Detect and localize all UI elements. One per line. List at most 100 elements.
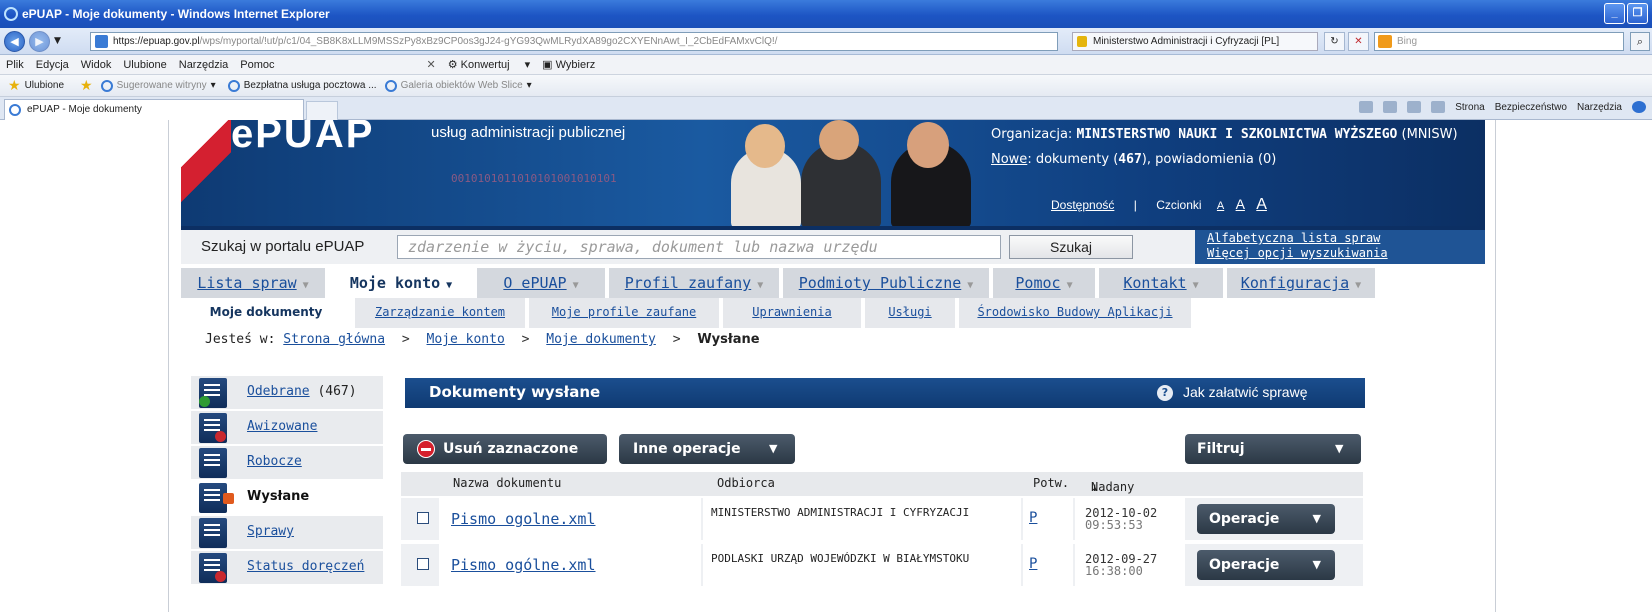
subtab-my-documents[interactable]: Moje dokumenty [181, 298, 351, 328]
feeds-icon[interactable] [1383, 101, 1398, 113]
font-large-link[interactable]: A [1256, 196, 1267, 213]
nav-tab-label: Konfiguracja [1240, 274, 1350, 292]
mail-icon[interactable] [1407, 101, 1422, 113]
url-field[interactable]: https://epuap.gov.pl/wps/myportal/!ut/p/… [90, 32, 1058, 51]
portal-search-input[interactable]: zdarzenie w życiu, sprawa, dokument lub … [397, 235, 1001, 259]
col-document-name[interactable]: Nazwa dokumentu [453, 476, 561, 490]
restore-icon[interactable]: ❐ [1627, 3, 1648, 24]
nav-tab-my-account[interactable]: Moje konto ▼ [329, 268, 473, 298]
confirmation-link[interactable]: P [1029, 556, 1037, 572]
convert-button[interactable]: ⚙ Konwertuj ▾ [448, 58, 530, 71]
organization-info: Organizacja: MINISTERSTWO NAUKI I SZKOLN… [991, 126, 1458, 168]
breadcrumb-home[interactable]: Strona główna [283, 332, 385, 347]
side-item-received[interactable]: Odebrane (467) [191, 376, 383, 410]
subtab-account-management[interactable]: Zarządzanie kontem [355, 298, 525, 328]
fav-web-slice[interactable]: Galeria obiektów Web Slice [401, 80, 523, 91]
menu-help[interactable]: Pomoc [240, 59, 274, 71]
forward-icon[interactable]: ▶ [29, 30, 50, 52]
side-item-advised[interactable]: Awizowane [191, 411, 383, 445]
row-checkbox[interactable] [417, 512, 429, 524]
dropdown-icon[interactable]: ▾ [527, 80, 532, 91]
side-item-cases[interactable]: Sprawy [191, 516, 383, 550]
new-items-link[interactable]: Nowe [991, 152, 1027, 167]
stop-icon[interactable]: ✕ [1348, 32, 1369, 51]
cmd-security[interactable]: Bezpieczeństwo [1495, 102, 1567, 113]
new-tab-button[interactable] [306, 101, 338, 120]
nav-tab-public-entities[interactable]: Podmioty Publiczne ▼ [783, 268, 989, 298]
epuap-logo[interactable]: ePUAP [231, 120, 374, 157]
nav-tab-case-list[interactable]: Lista spraw ▼ [181, 268, 325, 298]
delete-selected-button[interactable]: Usuń zaznaczone [403, 434, 607, 464]
subtab-permissions[interactable]: Uprawnienia [723, 298, 861, 328]
document-link[interactable]: Pismo ogólne.xml [451, 556, 596, 574]
search-box[interactable]: Bing [1374, 32, 1624, 51]
nav-tab-about[interactable]: O ePUAP ▼ [477, 268, 605, 298]
col-recipient[interactable]: Odbiorca [717, 476, 775, 490]
cmd-tools[interactable]: Narzędzia [1577, 102, 1622, 113]
search-go-icon[interactable]: ⌕ [1630, 32, 1650, 51]
side-link-delivery-status[interactable]: Status doręczeń [247, 559, 364, 574]
side-link-advised[interactable]: Awizowane [247, 419, 317, 434]
subtab-trusted-profiles[interactable]: Moje profile zaufane [529, 298, 719, 328]
menu-view[interactable]: Widok [81, 59, 112, 71]
nav-tab-trusted-profile[interactable]: Profil zaufany ▼ [609, 268, 779, 298]
how-to-link[interactable]: Jak załatwić sprawę [1183, 384, 1308, 400]
side-item-sent[interactable]: Wysłane [191, 481, 383, 515]
browser-tab-active[interactable]: ePUAP - Moje dokumenty [4, 99, 304, 120]
nav-tab-label: O ePUAP [503, 274, 567, 292]
fav-suggested-sites[interactable]: Sugerowane witryny [117, 80, 207, 91]
add-favorite-icon[interactable]: ★ [80, 77, 93, 94]
side-link-cases[interactable]: Sprawy [247, 524, 294, 539]
certificate-indicator[interactable]: Ministerstwo Administracji i Cyfryzacji … [1072, 32, 1318, 51]
menu-file[interactable]: Plik [6, 59, 24, 71]
search-button[interactable]: Szukaj [1009, 235, 1133, 259]
select-button[interactable]: ▣ Wybierz [542, 58, 607, 71]
cases-folder-icon [199, 518, 227, 548]
menu-edit[interactable]: Edycja [36, 59, 69, 71]
org-label: Organizacja: [991, 127, 1073, 142]
breadcrumb-my-documents[interactable]: Moje dokumenty [546, 332, 656, 347]
side-link-received[interactable]: Odebrane [247, 384, 310, 399]
row-checkbox[interactable] [417, 558, 429, 570]
favorites-star-icon[interactable]: ★ [8, 77, 21, 94]
cmd-page[interactable]: Strona [1455, 102, 1484, 113]
subtab-services[interactable]: Usługi [865, 298, 955, 328]
refresh-icon[interactable]: ↻ [1324, 32, 1345, 51]
home-icon[interactable] [1359, 101, 1374, 113]
close-toolbar-icon[interactable]: ✕ [427, 58, 436, 71]
filter-button[interactable]: Filtruj ▼ [1185, 434, 1361, 464]
confirmation-link[interactable]: P [1029, 510, 1037, 526]
alphabetical-list-link[interactable]: Alfabetyczna lista spraw [1207, 231, 1485, 246]
col-confirmation[interactable]: Potw. [1033, 476, 1069, 490]
help-icon[interactable] [1632, 101, 1646, 113]
side-item-delivery-status[interactable]: Status doręczeń [191, 551, 383, 585]
delete-icon [417, 440, 435, 458]
font-medium-link[interactable]: A [1236, 196, 1245, 212]
print-icon[interactable] [1431, 101, 1446, 113]
nav-tab-configuration[interactable]: Konfiguracja ▼ [1227, 268, 1375, 298]
question-icon[interactable]: ? [1157, 385, 1173, 401]
history-dropdown-icon[interactable]: ▼ [54, 36, 61, 46]
side-item-drafts[interactable]: Robocze [191, 446, 383, 480]
nav-tab-help[interactable]: Pomoc ▼ [993, 268, 1095, 298]
operations-button[interactable]: Operacje ▼ [1197, 504, 1335, 534]
subtab-app-builder[interactable]: Środowisko Budowy Aplikacji [959, 298, 1191, 328]
favorites-button[interactable]: Ulubione [25, 80, 64, 91]
font-small-link[interactable]: A [1217, 200, 1224, 212]
nav-tab-contact[interactable]: Kontakt ▼ [1099, 268, 1223, 298]
dropdown-icon[interactable]: ▾ [211, 80, 216, 91]
accessibility-link[interactable]: Dostępność [1051, 198, 1114, 212]
fav-free-mail[interactable]: Bezpłatna usługa pocztowa ... [244, 80, 377, 91]
other-operations-button[interactable]: Inne operacje ▼ [619, 434, 795, 464]
breadcrumb-my-account[interactable]: Moje konto [427, 332, 505, 347]
url-domain: https://epuap.gov.pl [113, 36, 200, 47]
menu-favorites[interactable]: Ulubione [123, 59, 166, 71]
ie-icon [9, 104, 21, 116]
menu-tools[interactable]: Narzędzia [179, 59, 229, 71]
minimize-icon[interactable]: _ [1604, 3, 1625, 24]
side-link-drafts[interactable]: Robocze [247, 454, 302, 469]
operations-button[interactable]: Operacje ▼ [1197, 550, 1335, 580]
more-search-options-link[interactable]: Więcej opcji wyszukiwania [1207, 246, 1485, 261]
document-link[interactable]: Pismo ogolne.xml [451, 510, 596, 528]
back-icon[interactable]: ◀ [4, 30, 25, 52]
